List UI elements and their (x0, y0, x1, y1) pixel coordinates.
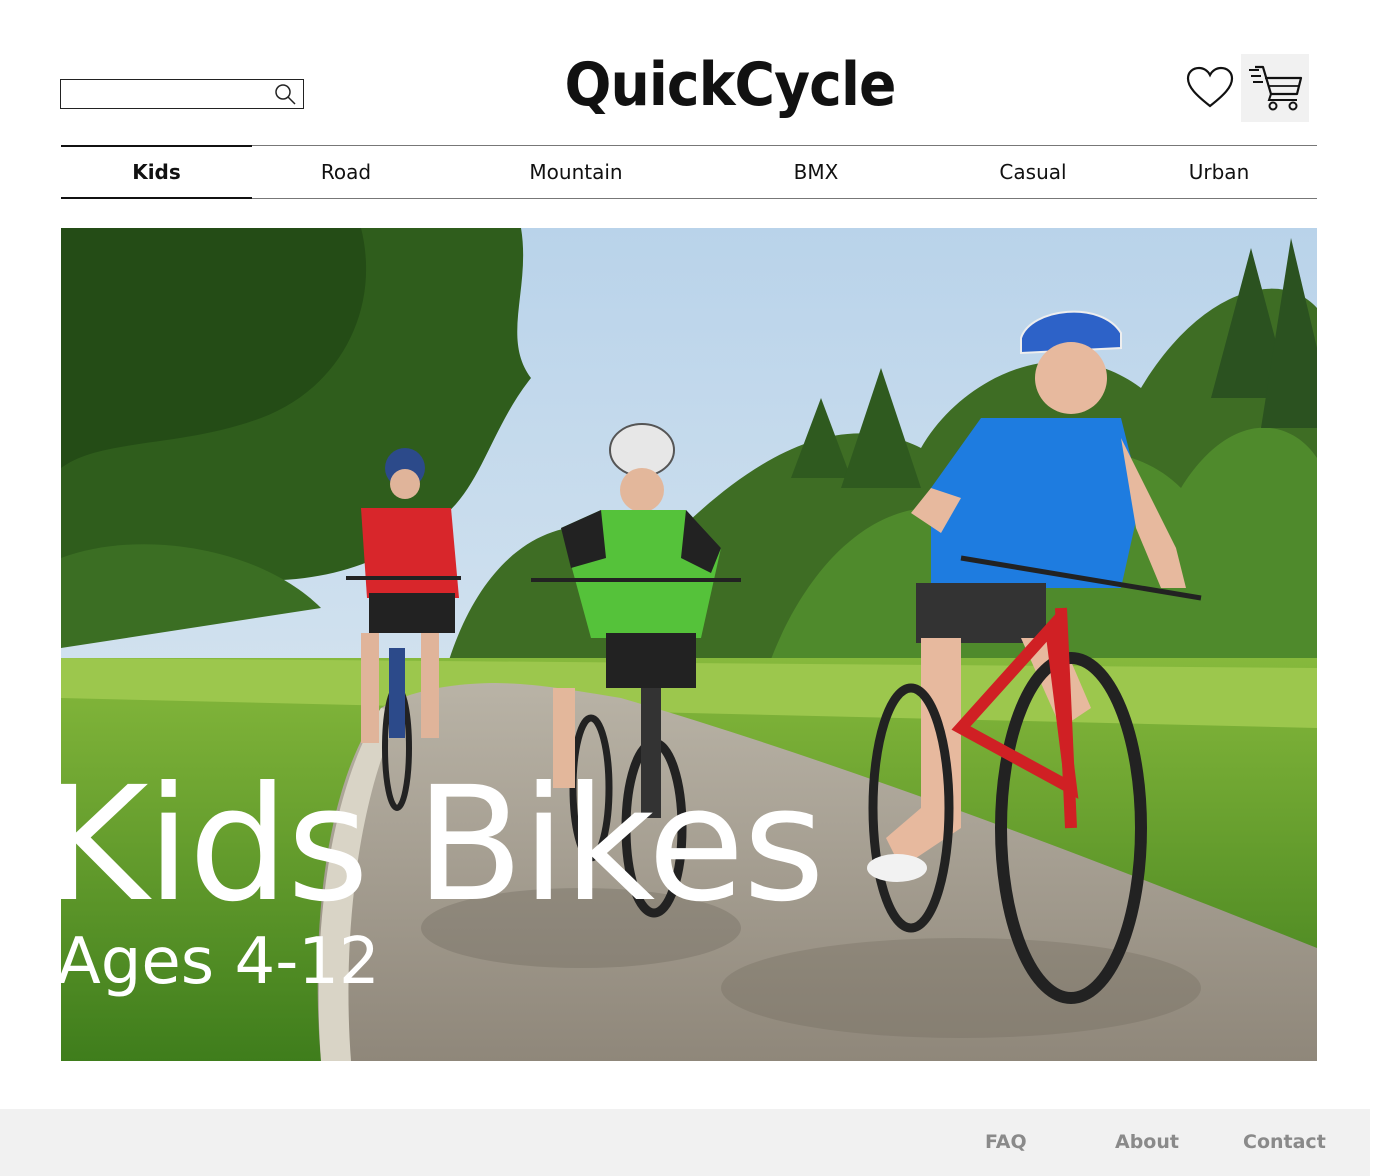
footer-link-faq[interactable]: FAQ (985, 1131, 1027, 1153)
footer-link-contact[interactable]: Contact (1243, 1131, 1326, 1153)
tab-casual[interactable]: Casual (961, 146, 1105, 198)
hero-subtitle: Ages 4-12 (61, 925, 380, 999)
footer-link-about[interactable]: About (1115, 1131, 1179, 1153)
tab-bmx[interactable]: BMX (741, 146, 891, 198)
tab-road[interactable]: Road (266, 146, 426, 198)
footer: FAQ About Contact (0, 1109, 1370, 1176)
tab-kids[interactable]: Kids (61, 145, 252, 199)
cart-icon (1249, 65, 1303, 111)
tab-mountain[interactable]: Mountain (481, 146, 671, 198)
cart-button[interactable] (1241, 54, 1309, 122)
hero-banner[interactable]: Kids Bikes Ages 4-12 (61, 228, 1317, 1061)
heart-icon[interactable] (1186, 66, 1234, 110)
hero-title: Kids Bikes (61, 753, 825, 937)
category-nav: Kids Road Mountain BMX Casual Urban (61, 145, 1317, 199)
tab-urban[interactable]: Urban (1151, 146, 1287, 198)
